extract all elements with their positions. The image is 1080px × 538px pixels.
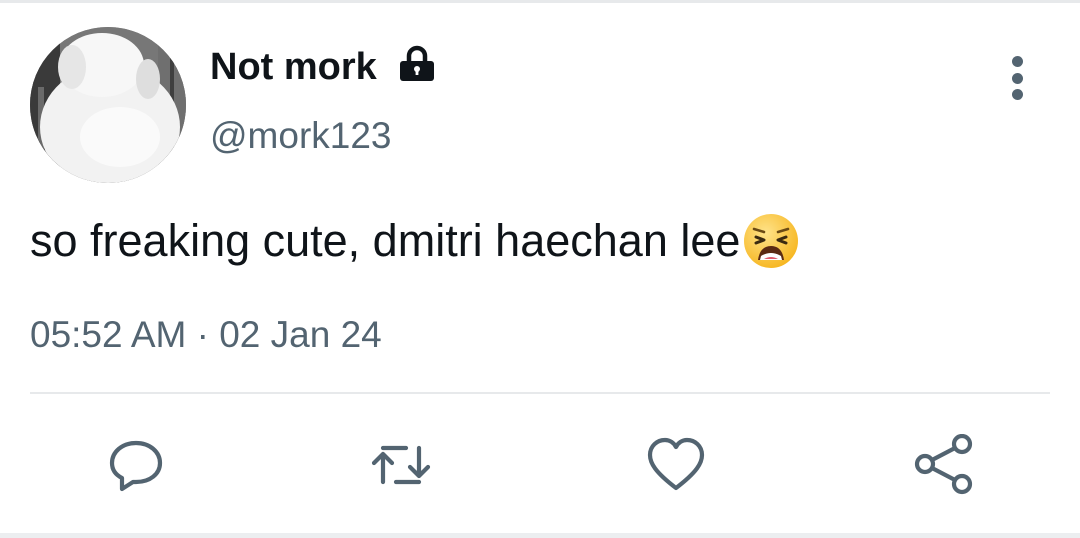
- weary-face-icon: [742, 212, 800, 270]
- more-dot-icon: [1011, 72, 1023, 84]
- like-button[interactable]: [645, 434, 707, 496]
- avatar[interactable]: [30, 27, 186, 183]
- lock-icon: [397, 44, 437, 84]
- bottom-divider: [0, 533, 1080, 538]
- retweet-icon: [371, 445, 431, 485]
- tweet-body: so freaking cute, dmitri haechan lee: [30, 215, 741, 266]
- more-options-button[interactable]: [1000, 56, 1034, 100]
- display-name[interactable]: Not mork: [210, 44, 377, 90]
- heart-icon: [647, 437, 705, 491]
- tweet-text: so freaking cute, dmitri haechan lee: [30, 212, 800, 270]
- more-dot-icon: [1011, 56, 1023, 67]
- reply-button[interactable]: [105, 434, 167, 496]
- user-handle[interactable]: @mork123: [210, 113, 392, 159]
- retweet-button[interactable]: [370, 434, 432, 496]
- more-dot-icon: [1011, 89, 1023, 100]
- tweet-timestamp[interactable]: 05:52 AM · 02 Jan 24: [30, 313, 382, 357]
- share-icon: [914, 434, 973, 495]
- reply-icon: [109, 440, 163, 492]
- top-divider: [0, 0, 1080, 3]
- share-button[interactable]: [912, 434, 974, 496]
- divider: [30, 392, 1050, 394]
